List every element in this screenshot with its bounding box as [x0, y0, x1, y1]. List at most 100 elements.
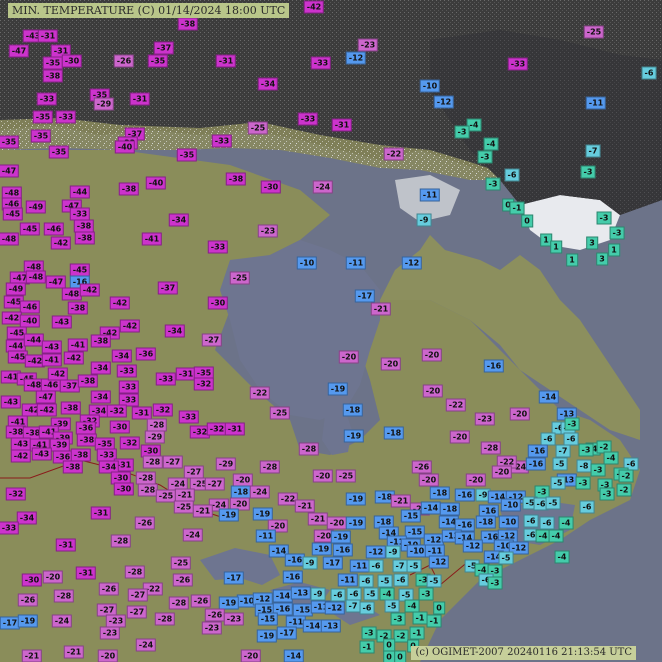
station-temp-label: -12: [345, 51, 367, 65]
station-temp-label: -21: [370, 302, 392, 316]
station-temp-label: -12: [365, 545, 387, 559]
station-temp-label: -4: [558, 516, 574, 530]
station-temp-label: -3: [390, 612, 406, 626]
station-temp-label: -5: [384, 599, 400, 613]
station-temp-label: -15: [404, 525, 426, 539]
station-temp-label: -30: [260, 180, 282, 194]
station-temp-label: -31: [55, 538, 77, 552]
station-temp-label: -31: [75, 566, 97, 580]
station-temp-label: -35: [32, 110, 54, 124]
station-temp-label: -20: [422, 384, 444, 398]
station-temp-label: -42: [79, 283, 101, 297]
station-temp-label: -20: [42, 570, 64, 584]
station-temp-label: -19: [330, 530, 352, 544]
station-temp-label: -4: [483, 137, 499, 151]
station-temp-label: -43: [0, 395, 22, 409]
station-temp-label: -35: [0, 135, 20, 149]
map-title: MIN. TEMPERATURE (C) 01/14/2024 18:00 UT…: [8, 3, 290, 18]
station-temp-label: -14: [538, 390, 560, 404]
station-temp-label: -16: [527, 444, 549, 458]
station-temp-label: -46: [19, 300, 41, 314]
station-temp-label: -20: [338, 350, 360, 364]
station-temp-label: -36: [135, 347, 157, 361]
station-temp-label: -34: [111, 349, 133, 363]
station-temp-label: -11: [419, 188, 441, 202]
station-temp-label: -23: [357, 38, 379, 52]
station-temp-label: -38: [118, 182, 140, 196]
station-temp-label: -2: [393, 629, 409, 643]
station-temp-label: -26: [134, 516, 156, 530]
station-temp-label: -6: [641, 66, 657, 80]
station-temp-label: -8: [576, 459, 592, 473]
station-temp-label: -14: [283, 649, 305, 662]
station-temp-label: -15: [400, 509, 422, 523]
station-temp-label: -22: [445, 398, 467, 412]
station-temp-label: -11: [337, 573, 359, 587]
station-temp-label: -27: [126, 605, 148, 619]
station-temp-label: -40: [114, 140, 136, 154]
station-temp-label: -41: [41, 353, 63, 367]
station-temp-label: -13: [290, 586, 312, 600]
station-temp-label: -10: [296, 256, 318, 270]
station-temp-label: -12: [324, 601, 346, 615]
station-temp-label: -31: [331, 118, 353, 132]
station-temp-label: -33: [297, 112, 319, 126]
station-temp-label: -31: [129, 92, 151, 106]
station-temp-label: -6: [539, 516, 555, 530]
station-temp-label: -14: [420, 501, 442, 515]
station-temp-label: -3: [485, 177, 501, 191]
station-temp-label: -16: [282, 570, 304, 584]
station-temp-label: -33: [36, 92, 58, 106]
station-temp-label: 0: [521, 214, 533, 228]
station-temp-label: -41: [67, 338, 89, 352]
station-temp-label: -20: [421, 348, 443, 362]
station-temp-label: 1: [608, 243, 620, 257]
station-temp-label: -21: [294, 499, 316, 513]
station-temp-label: -37: [153, 41, 175, 55]
station-temp-label: -22: [383, 147, 405, 161]
station-temp-label: -16: [332, 543, 354, 557]
station-temp-label: -42: [36, 403, 58, 417]
station-temp-label: -19: [311, 542, 333, 556]
station-temp-label: -10: [419, 79, 441, 93]
station-temp-label: -22: [249, 386, 271, 400]
station-temp-label: -47: [8, 44, 30, 58]
station-temp-label: -34: [90, 390, 112, 404]
station-temp-label: -33: [116, 364, 138, 378]
station-temp-label: -18: [342, 403, 364, 417]
station-temp-label: -26: [17, 593, 39, 607]
station-temp-label: -45: [2, 207, 24, 221]
station-temp-label: -25: [335, 469, 357, 483]
station-temp-label: -42: [10, 449, 32, 463]
station-temp-label: -6: [368, 559, 384, 573]
station-temp-label: -1: [359, 640, 375, 654]
station-temp-label: -41: [141, 232, 163, 246]
station-temp-label: -18: [383, 426, 405, 440]
station-temp-label: -48: [25, 270, 47, 284]
station-temp-label: -20: [509, 407, 531, 421]
station-temp-label: -20: [418, 473, 440, 487]
station-temp-label: -33: [211, 134, 233, 148]
station-temp-label: -25: [583, 25, 605, 39]
station-temp-label: -42: [119, 319, 141, 333]
station-temp-label: -46: [43, 222, 65, 236]
station-temp-label: -4: [603, 451, 619, 465]
station-temp-label: -20: [380, 357, 402, 371]
station-temp-label: -11: [585, 96, 607, 110]
station-temp-label: -26: [411, 460, 433, 474]
station-temp-label: -28: [259, 460, 281, 474]
station-temp-label: -16: [525, 457, 547, 471]
station-temp-label: 1: [566, 253, 578, 267]
station-temp-label: -2: [616, 483, 632, 497]
station-temp-label: -6: [523, 514, 539, 528]
station-temp-label: -31: [224, 422, 246, 436]
station-temp-label: -29: [144, 430, 166, 444]
station-temp-label: -43: [51, 315, 73, 329]
station-temp-label: -5: [426, 574, 442, 588]
station-temp-label: -25: [247, 121, 269, 135]
station-temp-label: -24: [51, 614, 73, 628]
station-temp-label: -34: [90, 361, 112, 375]
station-temp-label: -9: [310, 587, 326, 601]
station-temp-label: -4: [548, 529, 564, 543]
station-temp-label: -21: [192, 504, 214, 518]
